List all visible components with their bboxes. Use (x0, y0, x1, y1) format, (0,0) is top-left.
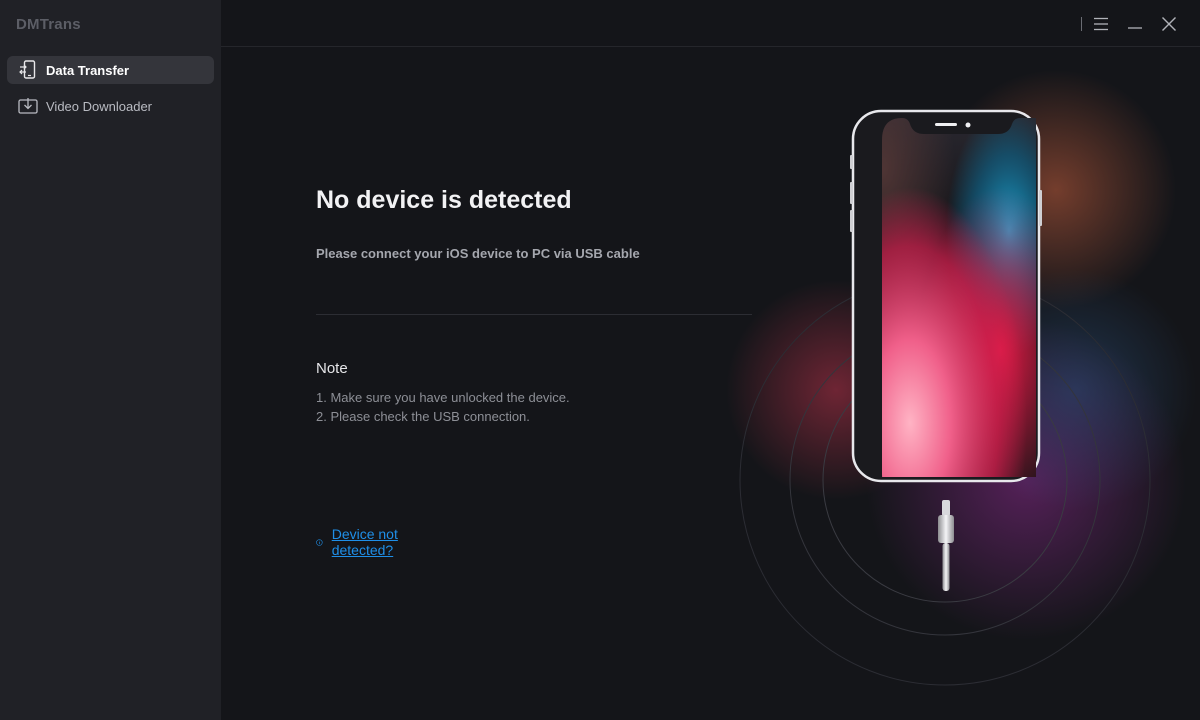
close-button[interactable] (1152, 12, 1186, 36)
main-panel: No device is detected Please connect you… (221, 0, 1200, 720)
menu-icon (1094, 17, 1108, 31)
note-line: 1. Make sure you have unlocked the devic… (316, 390, 570, 405)
sidebar-item-label: Video Downloader (46, 98, 152, 114)
sidebar-item-video-downloader[interactable]: Video Downloader (7, 92, 214, 120)
page-title: No device is detected (316, 186, 572, 214)
menu-button[interactable] (1084, 12, 1118, 36)
info-circle-icon (316, 538, 323, 546)
phone-transfer-icon (17, 60, 39, 80)
phone-illustration (726, 70, 1196, 686)
sidebar-item-data-transfer[interactable]: Data Transfer (7, 56, 214, 84)
note-line: 2. Please check the USB connection. (316, 409, 530, 424)
window-controls (1081, 12, 1186, 36)
minimize-button[interactable] (1118, 12, 1152, 36)
page-subtitle: Please connect your iOS device to PC via… (316, 246, 640, 261)
note-title: Note (316, 360, 348, 377)
content-divider (316, 314, 752, 315)
window-controls-separator (1081, 17, 1082, 31)
topbar-divider (221, 46, 1200, 47)
device-not-detected-link[interactable]: Device not detected? (316, 526, 399, 558)
close-icon (1162, 17, 1176, 31)
app-title: DMTrans (16, 16, 81, 33)
sidebar: DMTrans Data Transfer Video Downloader (0, 0, 221, 720)
help-link-label: Device not detected? (331, 526, 398, 558)
sidebar-item-label: Data Transfer (46, 62, 130, 78)
minimize-icon (1128, 27, 1142, 29)
video-download-icon (17, 96, 39, 116)
